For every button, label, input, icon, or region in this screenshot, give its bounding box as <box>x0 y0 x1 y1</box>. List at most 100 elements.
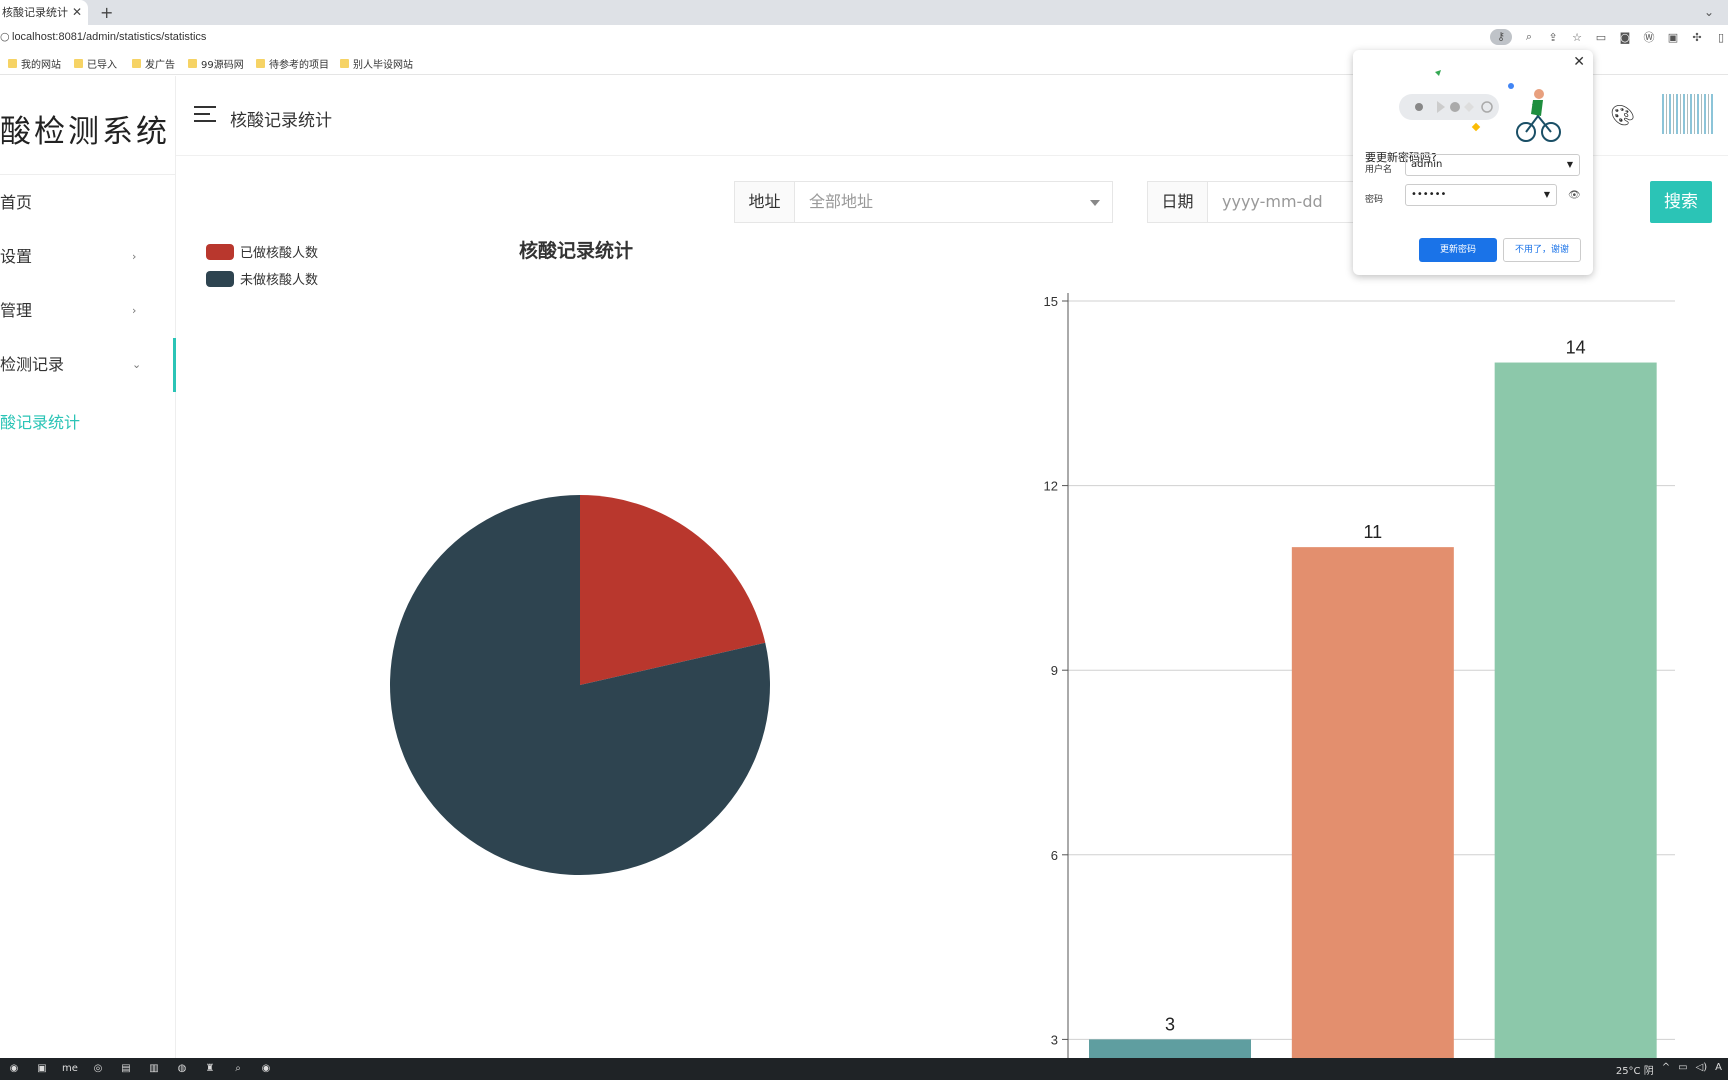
file-explorer-icon[interactable]: ▥ <box>146 1061 162 1077</box>
bar-value-label: 3 <box>1165 1014 1175 1034</box>
date-label: 日期 <box>1148 182 1208 222</box>
folder-icon <box>8 59 17 68</box>
tab-title: 核酸记录统计 <box>2 6 68 19</box>
password-select[interactable]: •••••• ▼ <box>1405 184 1557 206</box>
bookmark-item[interactable]: 我的网站 <box>8 56 61 71</box>
show-password-eye-icon[interactable]: 👁︎ <box>1568 190 1581 201</box>
date-input[interactable]: yyyy-mm-dd <box>1208 182 1356 222</box>
sidebar-item-records[interactable]: 检测记录 ⌄ <box>0 338 176 392</box>
address-bar: ○ localhost:8081/admin/statistics/statis… <box>0 25 1728 51</box>
bar-value-label: 14 <box>1566 338 1586 358</box>
network-icon[interactable]: ▭ <box>1678 1062 1687 1077</box>
sidebar-item-label: 设置 <box>0 247 33 266</box>
password-label: 密码 <box>1365 195 1384 205</box>
record-icon[interactable]: ◉ <box>258 1061 274 1077</box>
legend-label: 未做核酸人数 <box>240 273 319 288</box>
tab-search-icon[interactable]: ⌄ <box>1704 0 1714 25</box>
theme-palette-icon[interactable]: 🎨︎ <box>1610 103 1635 127</box>
sidebar-item-home[interactable]: 首页 <box>0 176 176 230</box>
start-icon[interactable]: ◉ <box>6 1061 22 1077</box>
share-icon[interactable]: ⇪ <box>1546 31 1560 44</box>
chevron-right-icon: › <box>132 250 137 263</box>
folder-icon <box>74 59 83 68</box>
sidebar: 酸检测系统 首页 设置 › 管理 › 检测记录 ⌄ 酸记录统计 <box>0 76 176 1058</box>
w-extension-icon[interactable]: Ⓦ <box>1642 29 1656 45</box>
url-input[interactable]: localhost:8081/admin/statistics/statisti… <box>12 31 206 43</box>
app-logo-text: 酸检测系统 <box>0 114 170 150</box>
y-tick-label: 12 <box>1044 479 1058 494</box>
weather-text[interactable]: 25°C 阴 <box>1616 1062 1654 1077</box>
cast-icon[interactable]: ▭ <box>1594 31 1608 44</box>
volume-icon[interactable]: ◁) <box>1696 1062 1708 1077</box>
chrome-icon[interactable]: ◎ <box>90 1061 106 1077</box>
camera-icon[interactable]: ◙ <box>1618 31 1632 44</box>
legend-item-done[interactable]: 已做核酸人数 <box>206 238 318 265</box>
caret-down-icon: ▼ <box>1543 190 1550 199</box>
pie-chart-title: 核酸记录统计 <box>519 240 634 262</box>
chevron-right-icon: › <box>132 304 137 317</box>
search-icon[interactable]: ⌕ <box>230 1061 246 1077</box>
y-tick-label: 9 <box>1051 663 1058 678</box>
folder-icon <box>256 59 265 68</box>
password-key-icon[interactable]: ⚷ <box>1490 29 1512 45</box>
address-select-value[interactable]: 全部地址 <box>795 182 1112 222</box>
app-icon[interactable]: ▤ <box>118 1061 134 1077</box>
bar <box>1089 1039 1251 1058</box>
browser-tab[interactable]: 核酸记录统计 ✕ <box>0 0 88 25</box>
pie-slice <box>580 495 766 685</box>
chevron-down-icon: ⌄ <box>132 358 142 371</box>
sidebar-item-label: 首页 <box>0 193 33 212</box>
bookmark-item[interactable]: 待参考的项目 <box>256 56 329 71</box>
update-password-button[interactable]: 更新密码 <box>1419 238 1497 262</box>
bookmark-item[interactable]: 发广告 <box>132 56 175 71</box>
address-select[interactable]: 地址 全部地址 <box>734 181 1113 223</box>
decline-button[interactable]: 不用了，谢谢 <box>1503 238 1581 262</box>
sidebar-item-manage[interactable]: 管理 › <box>0 284 176 338</box>
bookmark-item[interactable]: 已导入 <box>74 56 117 71</box>
bookmark-item[interactable]: 别人毕设网站 <box>340 56 413 71</box>
image-extension-icon[interactable]: ▣ <box>1666 31 1680 44</box>
legend-swatch <box>206 270 234 287</box>
ide-icon[interactable]: ▣ <box>34 1061 50 1077</box>
caret-down-icon: ▼ <box>1566 160 1573 169</box>
menu-toggle-icon[interactable] <box>194 106 216 122</box>
side-panel-icon[interactable]: ▯ <box>1714 31 1728 44</box>
zoom-icon[interactable]: ⌕ <box>1522 30 1536 44</box>
close-icon[interactable]: ✕ <box>1573 54 1585 70</box>
legend-item-not-done[interactable]: 未做核酸人数 <box>206 265 318 292</box>
extensions-puzzle-icon[interactable]: ✣ <box>1690 31 1704 44</box>
ime-indicator[interactable]: A <box>1715 1062 1722 1077</box>
folder-icon <box>132 59 141 68</box>
sidebar-subitem-statistics[interactable]: 酸记录统计 <box>0 409 80 433</box>
avatar[interactable] <box>1662 94 1714 134</box>
sidebar-item-label: 检测记录 <box>0 355 65 374</box>
browser-tab-strip: 核酸记录统计 ✕ + ⌄ <box>0 0 1728 25</box>
bookmark-star-icon[interactable]: ☆ <box>1570 31 1584 44</box>
taskbar-apps: ◉ ▣ me ◎ ▤ ▥ ◍ ♜ ⌕ ◉ <box>6 1061 274 1077</box>
app-icon[interactable]: ♜ <box>202 1061 218 1077</box>
tray-arrow-icon[interactable]: ^ <box>1662 1062 1670 1077</box>
folder-icon <box>188 59 197 68</box>
legend-label: 已做核酸人数 <box>240 246 319 261</box>
sidebar-item-settings[interactable]: 设置 › <box>0 230 176 284</box>
wechat-icon[interactable]: ◍ <box>174 1061 190 1077</box>
new-tab-button[interactable]: + <box>100 0 113 25</box>
bar <box>1291 547 1454 1058</box>
system-tray: 25°C 阴 ^ ▭ ◁) A <box>1616 1062 1722 1077</box>
caret-down-icon <box>1090 200 1100 206</box>
date-field[interactable]: 日期 yyyy-mm-dd <box>1147 181 1357 223</box>
password-illustration <box>1399 70 1561 142</box>
y-tick-label: 6 <box>1051 848 1058 863</box>
pie-slice <box>390 495 770 876</box>
app-me-icon[interactable]: me <box>62 1061 78 1077</box>
bookmark-item[interactable]: 99源码网 <box>188 56 244 71</box>
bar <box>1494 362 1657 1058</box>
search-button[interactable]: 搜索 <box>1650 181 1712 223</box>
y-tick-label: 3 <box>1051 1032 1058 1047</box>
tab-close-icon[interactable]: ✕ <box>72 0 82 25</box>
folder-icon <box>340 59 349 68</box>
sidebar-divider <box>0 174 176 175</box>
username-select[interactable]: admin ▼ <box>1405 154 1580 176</box>
site-info-icon[interactable]: ○ <box>0 30 10 43</box>
address-bar-icons: ⚷ ⌕ ⇪ ☆ ▭ ◙ Ⓦ ▣ ✣ ▯ <box>1490 29 1728 45</box>
